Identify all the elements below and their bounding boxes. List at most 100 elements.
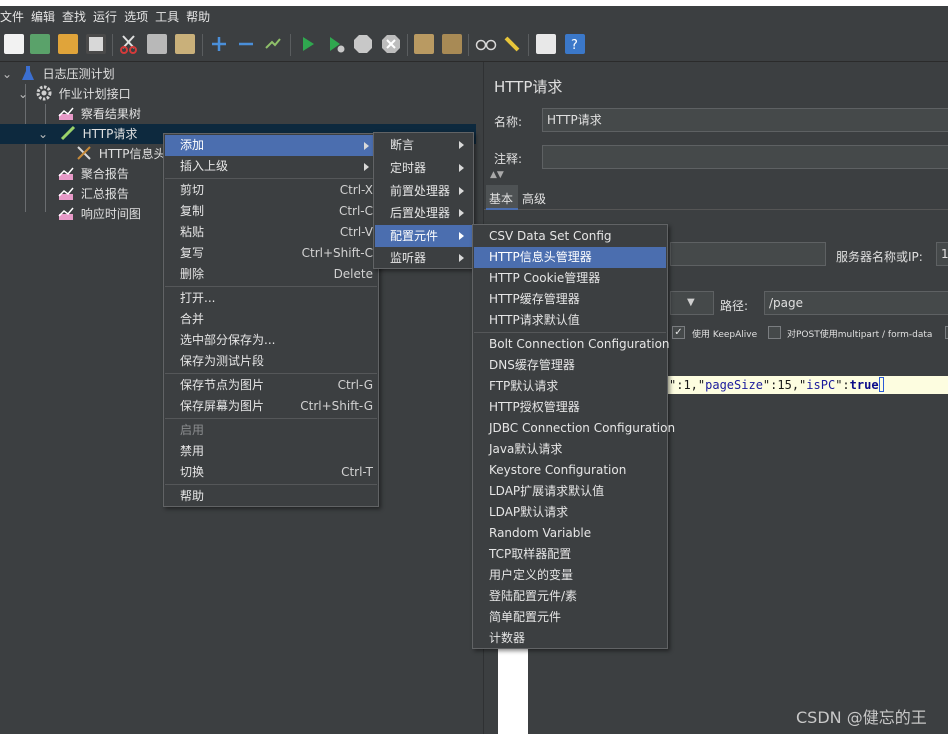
watermark: CSDN @健忘的王: [796, 708, 927, 727]
menu-copy[interactable]: 复制 Ctrl-C: [165, 201, 377, 222]
tab-advanced[interactable]: 高级: [522, 190, 546, 207]
menu-duplicate[interactable]: 复写 Ctrl+Shift-C: [165, 243, 377, 264]
clear-icon[interactable]: [414, 34, 434, 54]
menu-login-config-element[interactable]: 登陆配置元件/素: [474, 586, 666, 607]
start-no-pause-icon[interactable]: [326, 34, 346, 54]
toggle-icon[interactable]: [263, 34, 283, 54]
wrench-icon: [76, 145, 92, 161]
menu-options[interactable]: 选项: [124, 6, 149, 28]
menu-file[interactable]: 文件: [0, 6, 25, 28]
path-field[interactable]: /page: [764, 291, 948, 315]
toolbar-separator: [290, 34, 291, 56]
menu-ldap-extended-defaults[interactable]: LDAP扩展请求默认值: [474, 481, 666, 502]
protocol-field[interactable]: [670, 242, 826, 266]
chevron-right-icon: [459, 232, 464, 240]
menu-keystore-config[interactable]: Keystore Configuration: [474, 460, 666, 481]
menu-ftp-request-defaults[interactable]: FTP默认请求: [474, 376, 666, 397]
menu-toggle[interactable]: 切换 Ctrl-T: [165, 462, 377, 483]
chart-icon: [58, 105, 74, 121]
tree-node-thread-group[interactable]: ⌄ 作业计划接口: [18, 84, 131, 104]
menu-merge[interactable]: 合并: [165, 309, 377, 330]
menu-csv-data-set-config[interactable]: CSV Data Set Config: [474, 226, 666, 247]
save-icon[interactable]: [86, 34, 106, 54]
menu-disable[interactable]: 禁用: [165, 441, 377, 462]
expand-icon[interactable]: [209, 34, 229, 54]
menu-http-request-defaults[interactable]: HTTP请求默认值: [474, 310, 666, 331]
menu-paste[interactable]: 粘贴 Ctrl-V: [165, 222, 377, 243]
menu-http-header-manager[interactable]: HTTP信息头管理器: [474, 247, 666, 268]
menu-search[interactable]: 查找: [62, 6, 87, 28]
tab-basic[interactable]: 基本: [489, 190, 513, 207]
chevron-down-icon[interactable]: ⌄: [38, 124, 56, 144]
cut-icon[interactable]: [119, 34, 139, 54]
clear-all-icon[interactable]: [442, 34, 462, 54]
menu-bar: 文件 编辑 查找 运行 选项 工具 帮助: [0, 6, 948, 28]
tree-node-response-time[interactable]: 响应时间图: [58, 204, 141, 224]
chevron-down-icon[interactable]: ⌄: [2, 64, 16, 84]
menu-save-fragment[interactable]: 保存为测试片段: [165, 351, 377, 372]
method-select[interactable]: ▼: [670, 291, 714, 315]
tree-node-test-plan[interactable]: ⌄ 日志压测计划: [2, 64, 115, 84]
menu-cut[interactable]: 剪切 Ctrl-X: [165, 180, 377, 201]
menu-save-selection[interactable]: 选中部分保存为...: [165, 330, 377, 351]
menu-post-processor[interactable]: 后置处理器: [375, 202, 472, 224]
menu-counter[interactable]: 计数器: [474, 628, 666, 649]
new-icon[interactable]: [4, 34, 24, 54]
shutdown-icon[interactable]: [381, 34, 401, 54]
copy-icon[interactable]: [147, 34, 167, 54]
menu-assertion[interactable]: 断言: [375, 134, 472, 156]
search-icon[interactable]: [475, 34, 497, 54]
menu-help[interactable]: 帮助: [186, 6, 211, 28]
menu-jdbc-connection-config[interactable]: JDBC Connection Configuration: [474, 418, 675, 439]
chart-icon: [58, 165, 74, 181]
templates-icon[interactable]: [30, 34, 50, 54]
name-field[interactable]: HTTP请求: [542, 108, 948, 132]
tree-node-summary-report[interactable]: 汇总报告: [58, 184, 129, 204]
splitter-arrows-icon[interactable]: ▲▼: [490, 170, 504, 180]
menu-http-cookie-manager[interactable]: HTTP Cookie管理器: [474, 268, 666, 289]
menu-edit[interactable]: 编辑: [31, 6, 56, 28]
menu-listener[interactable]: 监听器: [375, 247, 472, 269]
menu-bolt-connection-config[interactable]: Bolt Connection Configuration: [474, 334, 670, 355]
menu-open[interactable]: 打开...: [165, 288, 377, 309]
menu-separator: [165, 286, 377, 287]
menu-java-request-defaults[interactable]: Java默认请求: [474, 439, 666, 460]
multipart-checkbox[interactable]: [768, 326, 781, 339]
tree-node-view-results[interactable]: 察看结果树: [58, 104, 141, 124]
menu-timer[interactable]: 定时器: [375, 157, 472, 179]
menu-tcp-sampler-config[interactable]: TCP取样器配置: [474, 544, 666, 565]
menu-http-cache-manager[interactable]: HTTP缓存管理器: [474, 289, 666, 310]
menu-random-variable[interactable]: Random Variable: [474, 523, 666, 544]
menu-add[interactable]: 添加: [165, 135, 377, 156]
body-data-line[interactable]: ":1,"pageSize":15,"isPC":true: [667, 376, 948, 394]
menu-save-node-image[interactable]: 保存节点为图片 Ctrl-G: [165, 375, 377, 396]
function-helper-icon[interactable]: [536, 34, 556, 54]
menu-dns-cache-manager[interactable]: DNS缓存管理器: [474, 355, 666, 376]
menu-pre-processor[interactable]: 前置处理器: [375, 180, 472, 202]
menu-help[interactable]: 帮助: [165, 486, 377, 507]
menu-ldap-request-defaults[interactable]: LDAP默认请求: [474, 502, 666, 523]
open-icon[interactable]: [58, 34, 78, 54]
menu-http-auth-manager[interactable]: HTTP授权管理器: [474, 397, 666, 418]
menu-simple-config-element[interactable]: 简单配置元件: [474, 607, 666, 628]
menu-delete[interactable]: 删除 Delete: [165, 264, 377, 285]
chevron-down-icon[interactable]: ⌄: [18, 84, 32, 104]
help-icon[interactable]: ?: [565, 34, 585, 54]
menu-insert-parent[interactable]: 插入上级: [165, 156, 377, 177]
server-field[interactable]: 1: [936, 242, 948, 266]
menu-config-element[interactable]: 配置元件: [375, 225, 472, 247]
menu-run[interactable]: 运行: [93, 6, 118, 28]
stop-icon[interactable]: [353, 34, 373, 54]
collapse-icon[interactable]: [236, 34, 256, 54]
add-submenu: 断言 定时器 前置处理器 后置处理器 配置元件 监听器: [373, 132, 474, 269]
keepalive-checkbox[interactable]: ✓: [672, 326, 685, 339]
menu-save-screen-image[interactable]: 保存屏幕为图片 Ctrl+Shift-G: [165, 396, 377, 417]
tree-node-aggregate-report[interactable]: 聚合报告: [58, 164, 129, 184]
tree-node-header-manager[interactable]: HTTP信息头: [76, 144, 166, 164]
paste-icon[interactable]: [175, 34, 195, 54]
start-icon[interactable]: [298, 34, 318, 54]
comment-field[interactable]: [542, 145, 948, 169]
menu-tools[interactable]: 工具: [155, 6, 180, 28]
reset-search-icon[interactable]: [502, 34, 522, 54]
menu-user-defined-variables[interactable]: 用户定义的变量: [474, 565, 666, 586]
